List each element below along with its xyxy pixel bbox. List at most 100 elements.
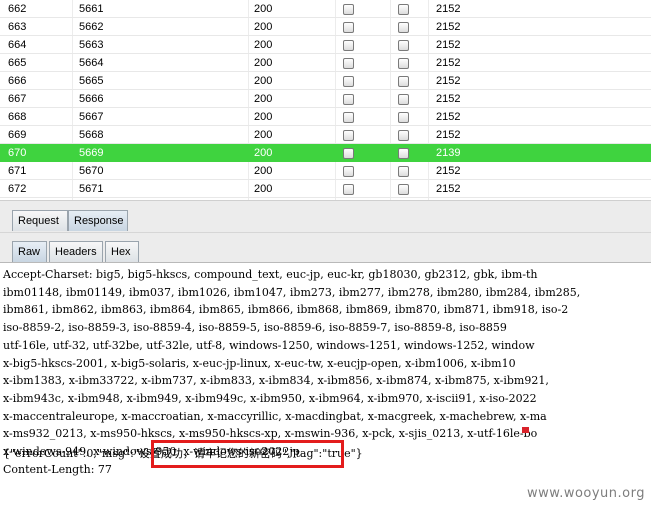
timeout-checkbox (343, 184, 354, 195)
tab-headers[interactable]: Headers (49, 241, 103, 262)
response-length: 2152 (436, 165, 461, 177)
payload-value: 5665 (79, 75, 104, 87)
message-tabs: Request Response (0, 200, 651, 232)
status-code: 200 (254, 21, 273, 33)
response-line: x-big5-hkscs-2001, x-big5-solaris, x-euc… (3, 356, 516, 370)
status-code: 200 (254, 3, 273, 15)
payload-value: 5671 (79, 183, 104, 195)
watermark: www.wooyun.org (526, 486, 645, 501)
tab-request[interactable]: Request (12, 210, 68, 231)
error-checkbox (398, 40, 409, 51)
table-row[interactable]: 666 5665 200 2152 (0, 72, 651, 90)
timeout-checkbox (343, 148, 354, 159)
response-length: 2152 (436, 75, 461, 87)
status-code: 200 (254, 111, 273, 123)
response-line: Content-Length: 77 (3, 462, 112, 476)
status-code: 200 (254, 183, 273, 195)
request-number: 664 (8, 39, 27, 51)
response-length: 2139 (436, 147, 461, 159)
tab-request-label: Request (18, 215, 59, 227)
status-code: 200 (254, 165, 273, 177)
tab-response-label: Response (74, 215, 124, 227)
payload-value: 5661 (79, 3, 104, 15)
table-row[interactable]: 665 5664 200 2152 (0, 54, 651, 72)
payload-value: 5669 (79, 147, 104, 159)
status-code: 200 (254, 147, 273, 159)
error-checkbox (398, 22, 409, 33)
error-checkbox (398, 130, 409, 141)
table-row[interactable]: 668 5667 200 2152 (0, 108, 651, 126)
response-line: x-maccentraleurope, x-maccroatian, x-mac… (3, 409, 547, 423)
results-table: 662 5661 200 2152 663 5662 200 2152 664 5663 200 21… (0, 0, 651, 200)
timeout-checkbox (343, 94, 354, 105)
tab-hex[interactable]: Hex (105, 241, 139, 262)
table-row[interactable]: 667 5666 200 2152 (0, 90, 651, 108)
payload-value: 5670 (79, 165, 104, 177)
response-line: ibm01148, ibm01149, ibm037, ibm1026, ibm… (3, 285, 581, 299)
status-code: 200 (254, 57, 273, 69)
response-length: 2152 (436, 21, 461, 33)
table-row[interactable]: 672 5671 200 2152 (0, 180, 651, 198)
payload-value: 5667 (79, 111, 104, 123)
request-number: 665 (8, 57, 27, 69)
timeout-checkbox (343, 166, 354, 177)
table-row[interactable]: 670 5669 200 2139 (0, 144, 651, 162)
tab-raw[interactable]: Raw (12, 241, 47, 262)
request-number: 668 (8, 111, 27, 123)
timeout-checkbox (343, 58, 354, 69)
response-raw-view[interactable]: Accept-Charset: big5, big5-hkscs, compou… (0, 262, 651, 505)
text-cursor-marker (522, 427, 529, 433)
response-length: 2152 (436, 57, 461, 69)
request-number: 672 (8, 183, 27, 195)
error-checkbox (398, 184, 409, 195)
response-length: 2152 (436, 129, 461, 141)
status-code: 200 (254, 39, 273, 51)
request-number: 667 (8, 93, 27, 105)
table-row[interactable]: 671 5670 200 2152 (0, 162, 651, 180)
timeout-checkbox (343, 130, 354, 141)
response-length: 2152 (436, 93, 461, 105)
request-number: 663 (8, 21, 27, 33)
error-checkbox (398, 58, 409, 69)
request-number: 670 (8, 147, 27, 159)
error-checkbox (398, 112, 409, 123)
payload-value: 5666 (79, 93, 104, 105)
table-row[interactable]: 663 5662 200 2152 (0, 18, 651, 36)
payload-value: 5663 (79, 39, 104, 51)
request-number: 669 (8, 129, 27, 141)
timeout-checkbox (343, 40, 354, 51)
highlight-box (151, 440, 344, 468)
status-code: 200 (254, 93, 273, 105)
error-checkbox (398, 4, 409, 15)
response-length: 2152 (436, 3, 461, 15)
response-length: 2152 (436, 111, 461, 123)
error-checkbox (398, 166, 409, 177)
response-line: ibm861, ibm862, ibm863, ibm864, ibm865, … (3, 303, 569, 317)
tab-hex-label: Hex (111, 246, 131, 258)
response-length: 2152 (436, 39, 461, 51)
response-line: iso-8859-2, iso-8859-3, iso-8859-4, iso-… (3, 321, 507, 335)
table-row[interactable]: 664 5663 200 2152 (0, 36, 651, 54)
error-checkbox (398, 94, 409, 105)
payload-value: 5662 (79, 21, 104, 33)
table-row[interactable]: 662 5661 200 2152 (0, 0, 651, 18)
request-number: 671 (8, 165, 27, 177)
error-checkbox (398, 148, 409, 159)
status-code: 200 (254, 129, 273, 141)
table-row[interactable]: 669 5668 200 2152 (0, 126, 651, 144)
response-length: 2152 (436, 183, 461, 195)
response-line: utf-16le, utf-32, utf-32be, utf-32le, ut… (3, 338, 535, 352)
view-tabs: Raw Headers Hex (0, 232, 651, 262)
payload-value: 5664 (79, 57, 104, 69)
response-line: x-ibm943c, x-ibm948, x-ibm949, x-ibm949c… (3, 391, 537, 405)
timeout-checkbox (343, 4, 354, 15)
error-checkbox (398, 76, 409, 87)
timeout-checkbox (343, 22, 354, 33)
timeout-checkbox (343, 112, 354, 123)
response-line: x-ibm1383, x-ibm33722, x-ibm737, x-ibm83… (3, 374, 549, 388)
response-line: Accept-Charset: big5, big5-hkscs, compou… (3, 268, 538, 281)
tab-headers-label: Headers (55, 246, 97, 258)
request-number: 662 (8, 3, 27, 15)
status-code: 200 (254, 75, 273, 87)
tab-response[interactable]: Response (68, 210, 128, 231)
